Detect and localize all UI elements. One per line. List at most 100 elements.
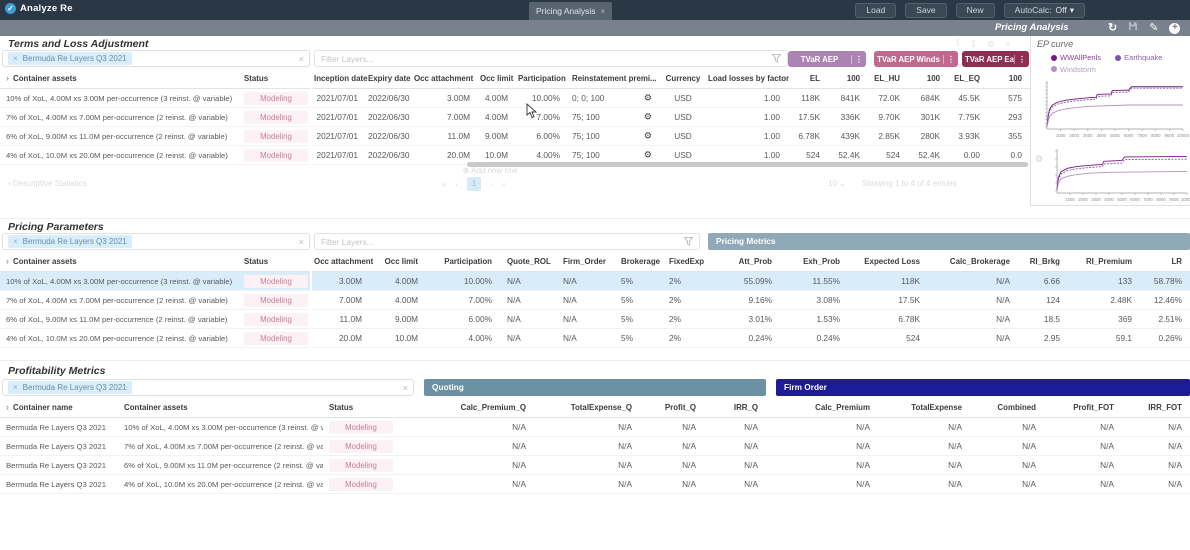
- cell[interactable]: Modeling: [323, 475, 425, 494]
- cell[interactable]: 5%: [614, 310, 662, 329]
- cell[interactable]: 5%: [614, 272, 662, 291]
- cell[interactable]: N/A: [766, 418, 878, 437]
- cell[interactable]: 6.00%: [426, 310, 500, 329]
- cell[interactable]: 6% of XoL, 9.00M xs 11.0M per-occurrence…: [0, 127, 238, 146]
- selected-layer-set-chip[interactable]: × Bermuda Re Layers Q3 2021: [8, 381, 132, 394]
- column-header[interactable]: Occ limit: [478, 68, 516, 89]
- cell[interactable]: Modeling: [238, 108, 310, 127]
- table-row[interactable]: N/AN/AN/AN/AN/AN/AN/AN/AN/A: [425, 456, 1190, 475]
- cell[interactable]: N/A: [425, 456, 534, 475]
- cell[interactable]: 6.78K: [788, 127, 828, 146]
- clear-selection-icon[interactable]: ×: [403, 383, 408, 393]
- cell[interactable]: 124: [1018, 291, 1068, 310]
- cell[interactable]: N/A: [766, 475, 878, 494]
- cell[interactable]: USD: [660, 127, 706, 146]
- cell[interactable]: 280K: [908, 127, 948, 146]
- cell[interactable]: 5%: [614, 329, 662, 348]
- chip-remove-icon[interactable]: ×: [13, 54, 18, 63]
- cell[interactable]: 3.00M: [412, 89, 478, 108]
- cell[interactable]: Bermuda Re Layers Q3 2021: [0, 475, 118, 494]
- cell[interactable]: 1.00: [706, 108, 788, 127]
- cell[interactable]: N/A: [704, 475, 766, 494]
- cell[interactable]: 301K: [908, 108, 948, 127]
- cell[interactable]: N/A: [500, 329, 556, 348]
- cell[interactable]: N/A: [425, 418, 534, 437]
- cell[interactable]: Bermuda Re Layers Q3 2021: [0, 437, 118, 456]
- cell[interactable]: 10% of XoL, 4.00M xs 3.00M per-occurrenc…: [0, 272, 238, 291]
- cell[interactable]: 2022/06/30: [366, 108, 412, 127]
- cell[interactable]: 3.93K: [948, 127, 988, 146]
- cell[interactable]: 2%: [662, 291, 706, 310]
- column-header[interactable]: RI_Premium: [1068, 251, 1140, 272]
- column-header[interactable]: Participation: [516, 68, 568, 89]
- cell[interactable]: 2021/07/01: [312, 146, 366, 165]
- save-view-icon[interactable]: [1128, 20, 1138, 36]
- cell[interactable]: 75; 100⚙: [568, 108, 660, 127]
- cell[interactable]: N/A: [534, 475, 640, 494]
- cell[interactable]: 575: [988, 89, 1030, 108]
- column-header[interactable]: IRR_Q: [704, 397, 766, 418]
- column-header[interactable]: FixedExp: [662, 251, 706, 272]
- legend-item-windstorm[interactable]: Windstorm: [1051, 64, 1096, 75]
- column-header[interactable]: Combined: [970, 397, 1044, 418]
- cell[interactable]: 118K: [788, 89, 828, 108]
- column-header[interactable]: TotalExpense: [878, 397, 970, 418]
- cell[interactable]: 17.5K: [848, 291, 928, 310]
- cell[interactable]: N/A: [500, 272, 556, 291]
- column-header[interactable]: LR: [1140, 251, 1190, 272]
- cell[interactable]: 9.16%: [706, 291, 780, 310]
- cell[interactable]: 293: [988, 108, 1030, 127]
- gear-icon[interactable]: ⚙: [987, 39, 995, 50]
- table-row[interactable]: 7.00M4.00M7.00%N/AN/A5%2%9.16%3.08%17.5K…: [312, 291, 1190, 310]
- cell[interactable]: N/A: [556, 291, 614, 310]
- table-row[interactable]: 7% of XoL, 4.00M xs 7.00M per-occurrence…: [0, 108, 310, 127]
- column-header[interactable]: Exh_Prob: [780, 251, 848, 272]
- column-header[interactable]: 100: [908, 68, 948, 89]
- cell[interactable]: N/A: [534, 456, 640, 475]
- gear-icon[interactable]: ⚙: [644, 131, 652, 142]
- column-header[interactable]: IRR_FOT: [1122, 397, 1190, 418]
- table-row[interactable]: 4% of XoL, 10.0M xs 20.0M per-occurrence…: [0, 146, 310, 165]
- gear-icon[interactable]: ⚙: [644, 150, 652, 161]
- cell[interactable]: Modeling: [323, 437, 425, 456]
- cell[interactable]: N/A: [1044, 456, 1122, 475]
- cell[interactable]: 55.09%: [706, 272, 780, 291]
- cell[interactable]: 4.00%: [426, 329, 500, 348]
- cell[interactable]: N/A: [1122, 456, 1190, 475]
- cell[interactable]: 4% of XoL, 10.0M xs 20.0M per-occurrence…: [0, 146, 238, 165]
- column-header[interactable]: Calc_Premium_Q: [425, 397, 534, 418]
- column-header-container-name[interactable]: ›Container name: [0, 397, 118, 418]
- next-page-button[interactable]: ›: [490, 180, 493, 189]
- filter-icon[interactable]: [684, 237, 693, 246]
- column-header-status[interactable]: Status: [238, 251, 310, 272]
- cell[interactable]: N/A: [1122, 437, 1190, 456]
- cell[interactable]: N/A: [766, 437, 878, 456]
- cell[interactable]: N/A: [534, 418, 640, 437]
- cell[interactable]: 1.00: [706, 89, 788, 108]
- layer-set-select[interactable]: × Bermuda Re Layers Q3 2021 ×: [2, 50, 310, 67]
- column-header[interactable]: Inception date: [312, 68, 366, 89]
- cell[interactable]: N/A: [928, 310, 1018, 329]
- cell[interactable]: 7% of XoL, 4.00M xs 7.00M per-occurrence…: [0, 291, 238, 310]
- gear-icon[interactable]: ⚙: [644, 112, 652, 123]
- cell[interactable]: 17.5K: [788, 108, 828, 127]
- cell[interactable]: N/A: [970, 437, 1044, 456]
- cell[interactable]: N/A: [425, 475, 534, 494]
- cell[interactable]: 3.01%: [706, 310, 780, 329]
- cell[interactable]: Modeling: [238, 146, 310, 165]
- cell[interactable]: 11.55%: [780, 272, 848, 291]
- cell[interactable]: 11.0M: [412, 127, 478, 146]
- cell[interactable]: 58.78%: [1140, 272, 1190, 291]
- cell[interactable]: 2022/06/30: [366, 127, 412, 146]
- column-header[interactable]: EL: [788, 68, 828, 89]
- cell[interactable]: Modeling: [238, 329, 310, 348]
- column-header[interactable]: Expected Loss: [848, 251, 928, 272]
- cell[interactable]: 369: [1068, 310, 1140, 329]
- cell[interactable]: N/A: [878, 475, 970, 494]
- cell[interactable]: 524: [848, 329, 928, 348]
- column-header[interactable]: Calc_Premium: [766, 397, 878, 418]
- cell[interactable]: 9.00M: [370, 310, 426, 329]
- column-header[interactable]: Att_Prob: [706, 251, 780, 272]
- chip-remove-icon[interactable]: ×: [13, 383, 18, 392]
- column-header-container-assets[interactable]: Container assets: [118, 397, 323, 418]
